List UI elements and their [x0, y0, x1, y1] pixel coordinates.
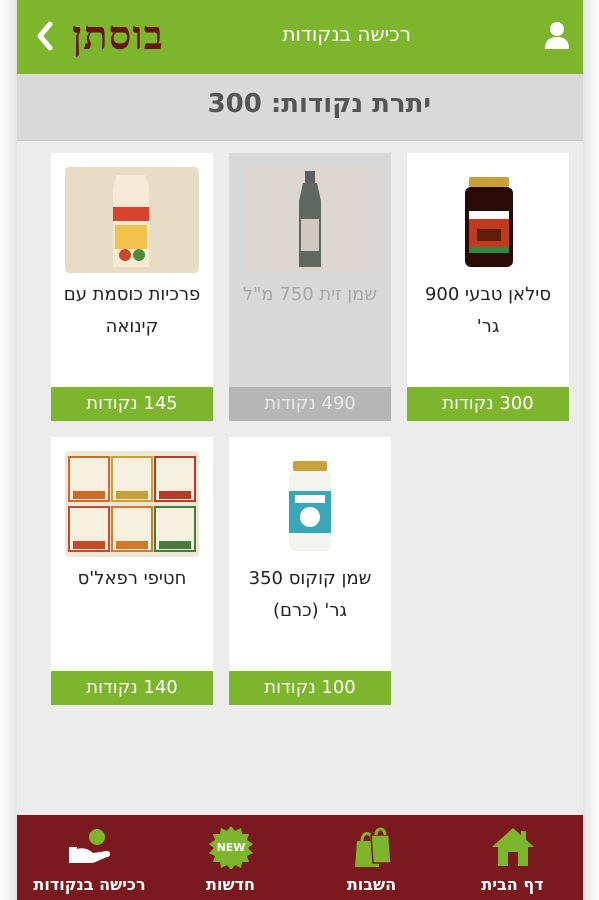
coconut-oil-jar-icon: [243, 451, 377, 557]
snack-bars-boxes-icon: [65, 451, 199, 557]
product-image: [243, 167, 377, 273]
nav-home[interactable]: דף הבית: [442, 815, 583, 900]
home-icon: [491, 828, 534, 866]
product-price-button[interactable]: 145 נקודות: [51, 387, 213, 421]
user-icon[interactable]: [543, 20, 571, 50]
hand-coins-icon: [68, 829, 110, 863]
svg-text:NEW: NEW: [216, 841, 245, 854]
product-name: שמן קוקוס 350 גר' (כרם): [248, 568, 372, 621]
silan-jar-icon: [421, 167, 555, 273]
product-price-button[interactable]: 490 נקודות: [229, 387, 391, 421]
bottom-navigation: דף הבית השבות NEW חדשות רכישה בנקודות: [17, 815, 583, 900]
screen-edge-left: [0, 0, 17, 900]
nav-news[interactable]: NEW חדשות: [160, 815, 301, 900]
product-name: פרכיות כוסמת עם קינואה: [63, 284, 201, 337]
product-card[interactable]: פרכיות כוסמת עם קינואה 145 נקודות: [51, 153, 213, 421]
product-card[interactable]: חטיפי רפאל'ס 140 נקודות: [51, 437, 213, 705]
product-card-disabled[interactable]: שמן זית 750 מ"ל 490 נקודות: [229, 153, 391, 421]
points-balance: יתרת נקודות: 300: [207, 89, 431, 119]
product-name: שמן זית 750 מ"ל: [242, 284, 378, 305]
new-badge-icon: NEW: [208, 826, 253, 869]
product-price-button[interactable]: 100 נקודות: [229, 671, 391, 705]
product-card[interactable]: סילאן טבעי 900 גר' 300 נקודות: [407, 153, 569, 421]
olive-oil-bottle-icon: [243, 167, 377, 273]
brand-logo: בוסתן: [72, 12, 164, 59]
page-title: רכישה בנקודות: [282, 22, 411, 46]
shopping-bags-icon: [354, 827, 392, 867]
top-bar: בוסתן רכישה בנקודות: [17, 0, 583, 74]
screen-edge-right: [583, 0, 599, 900]
rice-cakes-package-icon: [65, 167, 199, 273]
product-price-button[interactable]: 140 נקודות: [51, 671, 213, 705]
nav-shopping[interactable]: השבות: [301, 815, 442, 900]
nav-news-label: חדשות: [206, 875, 255, 894]
nav-points-purchase[interactable]: רכישה בנקודות: [19, 815, 160, 900]
product-image: [243, 451, 377, 557]
product-grid: סילאן טבעי 900 גר' 300 נקודות שמן זית 75…: [17, 141, 583, 815]
product-price-button[interactable]: 300 נקודות: [407, 387, 569, 421]
product-name: חטיפי רפאל'ס: [77, 568, 187, 589]
nav-home-label: דף הבית: [481, 875, 544, 894]
product-image: [65, 451, 199, 557]
product-name: סילאן טבעי 900 גר': [424, 284, 552, 337]
chevron-left-icon[interactable]: [35, 19, 55, 53]
nav-points-purchase-label: רכישה בנקודות: [33, 875, 146, 894]
product-image: [65, 167, 199, 273]
app-screen: בוסתן רכישה בנקודות יתרת נקודות: 300 סיל…: [17, 0, 583, 900]
points-balance-bar: יתרת נקודות: 300: [17, 74, 583, 141]
nav-shopping-label: השבות: [346, 875, 397, 894]
product-card[interactable]: שמן קוקוס 350 גר' (כרם) 100 נקודות: [229, 437, 391, 705]
product-image: [421, 167, 555, 273]
